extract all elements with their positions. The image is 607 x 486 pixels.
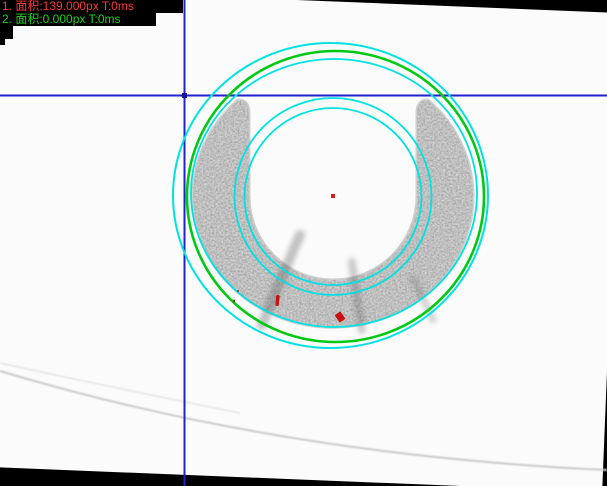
wire-line [0, 363, 240, 413]
measurement-overlay [0, 0, 607, 486]
crosshair-center-marker[interactable] [182, 93, 187, 98]
wire-line [0, 371, 607, 470]
label-stub [0, 26, 13, 39]
label-stub [0, 39, 5, 45]
defect-mark [237, 290, 239, 292]
defect-mark [233, 300, 235, 303]
ring-part-image [193, 100, 473, 327]
vision-viewer-canvas: 1. 面积:139.000px T:0ms 2. 面积:0.000px T:0m… [0, 0, 607, 486]
circle-center-dot [331, 194, 335, 198]
area-measurement-label-1: 1. 面积:139.000px T:0ms [0, 0, 183, 13]
area-measurement-label-2: 2. 面积:0.000px T:0ms [0, 13, 156, 26]
background-wire-lines [0, 363, 607, 470]
